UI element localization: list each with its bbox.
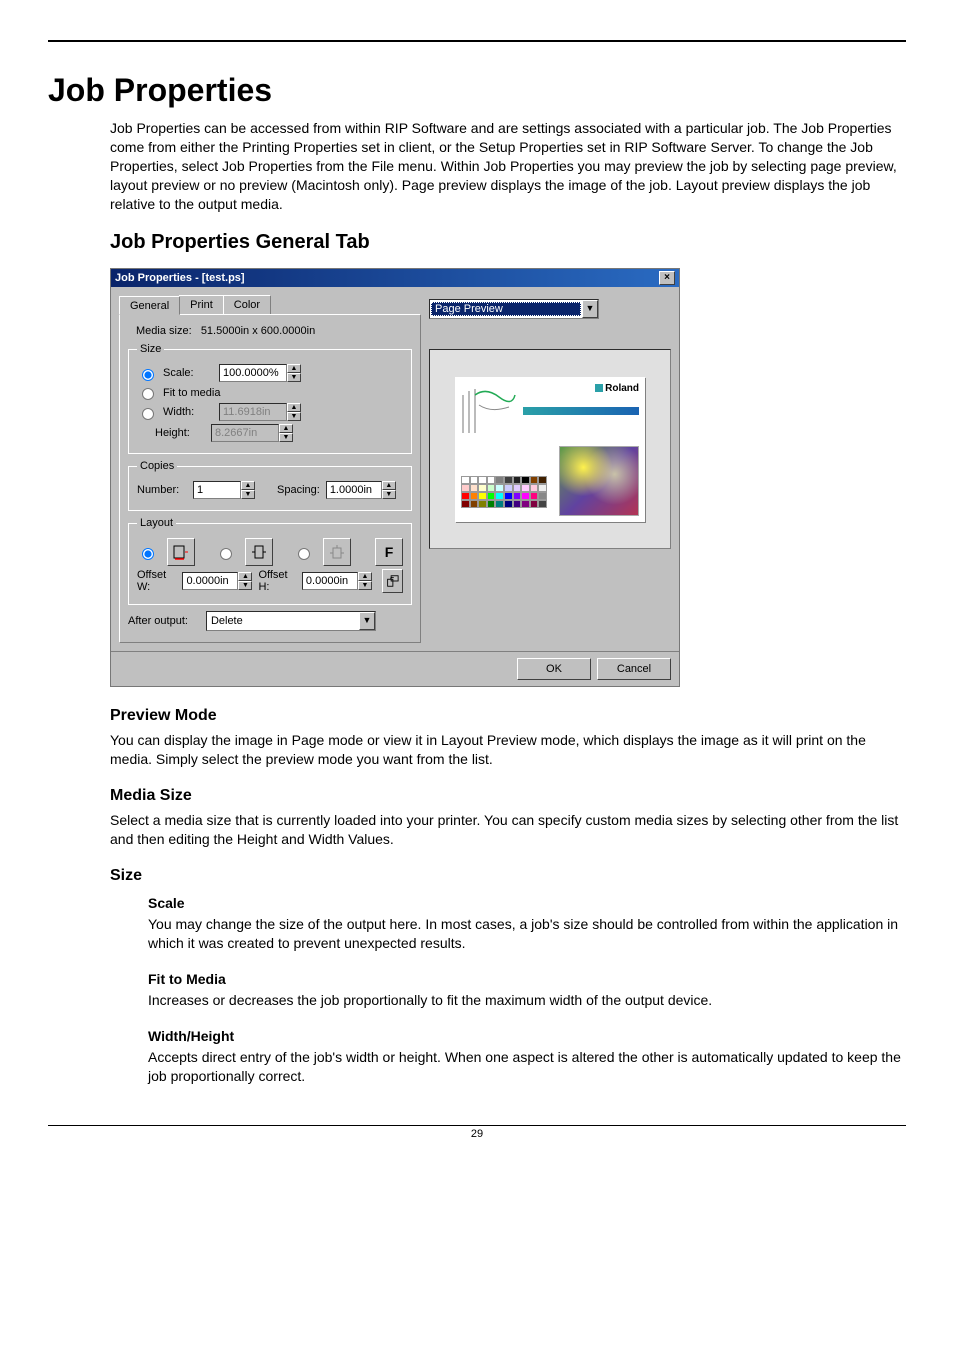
fit-paragraph: Increases or decreases the job proportio… bbox=[148, 991, 906, 1010]
spin-up-icon[interactable]: ▲ bbox=[287, 364, 301, 373]
chevron-down-icon[interactable]: ▼ bbox=[359, 612, 375, 630]
media-size-value: 51.5000in x 600.0000in bbox=[201, 325, 315, 337]
spacing-input[interactable] bbox=[326, 481, 382, 499]
spin-down-icon[interactable]: ▼ bbox=[382, 490, 396, 499]
number-label: Number: bbox=[137, 484, 187, 496]
tab-general[interactable]: General bbox=[119, 296, 180, 315]
page-title: Job Properties bbox=[48, 72, 906, 109]
scale-label: Scale: bbox=[163, 367, 213, 379]
spacing-label: Spacing: bbox=[277, 484, 320, 496]
wh-paragraph: Accepts direct entry of the job's width … bbox=[148, 1048, 906, 1086]
layout-legend: Layout bbox=[137, 517, 176, 529]
cancel-button[interactable]: Cancel bbox=[597, 658, 671, 680]
dialog-button-bar: OK Cancel bbox=[111, 651, 679, 686]
width-spin[interactable]: ▲▼ bbox=[219, 403, 301, 421]
preview-area: Roland bbox=[429, 349, 671, 549]
after-output-value: Delete bbox=[207, 615, 359, 627]
preview-mode-value: Page Preview bbox=[431, 302, 581, 316]
media-size-row: Media size: 51.5000in x 600.0000in bbox=[136, 325, 412, 337]
spin-up-icon[interactable]: ▲ bbox=[279, 424, 293, 433]
tab-panel-general: Media size: 51.5000in x 600.0000in Size … bbox=[119, 314, 421, 643]
scale-heading: Scale bbox=[148, 895, 906, 911]
offset-w-input[interactable] bbox=[182, 572, 238, 590]
number-input[interactable] bbox=[193, 481, 241, 499]
brand-logo: Roland bbox=[595, 383, 639, 394]
media-size-label: Media size: bbox=[136, 325, 192, 337]
layout-center-icon[interactable] bbox=[245, 538, 273, 566]
spin-up-icon[interactable]: ▲ bbox=[382, 481, 396, 490]
after-output-select[interactable]: Delete ▼ bbox=[206, 611, 376, 631]
layout-radio-1[interactable] bbox=[142, 548, 154, 560]
size-heading: Size bbox=[110, 867, 906, 885]
after-output-label: After output: bbox=[128, 615, 188, 627]
spin-up-icon[interactable]: ▲ bbox=[241, 481, 255, 490]
chevron-down-icon[interactable]: ▼ bbox=[582, 300, 598, 318]
height-spin[interactable]: ▲▼ bbox=[211, 424, 293, 442]
ok-button[interactable]: OK bbox=[517, 658, 591, 680]
copies-legend: Copies bbox=[137, 460, 177, 472]
offset-h-label: Offset H: bbox=[258, 569, 295, 593]
spin-down-icon[interactable]: ▼ bbox=[241, 490, 255, 499]
preview-mode-select[interactable]: Page Preview ▼ bbox=[429, 299, 599, 319]
fit-radio[interactable] bbox=[142, 388, 154, 400]
fit-heading: Fit to Media bbox=[148, 971, 906, 987]
media-size-heading: Media Size bbox=[110, 787, 906, 805]
tab-color[interactable]: Color bbox=[223, 295, 271, 314]
wh-heading: Width/Height bbox=[148, 1028, 906, 1044]
layout-group: Layout bbox=[128, 517, 412, 605]
spin-down-icon[interactable]: ▼ bbox=[287, 373, 301, 382]
height-label: Height: bbox=[155, 427, 205, 439]
spacing-spin[interactable]: ▲▼ bbox=[326, 481, 396, 499]
spin-down-icon[interactable]: ▼ bbox=[238, 581, 252, 590]
media-size-paragraph: Select a media size that is currently lo… bbox=[110, 811, 906, 849]
size-group: Size Scale: ▲▼ Fit to media bbox=[128, 343, 412, 454]
layout-custom-icon[interactable] bbox=[323, 538, 351, 566]
spin-down-icon[interactable]: ▼ bbox=[287, 412, 301, 421]
preview-mode-paragraph: You can display the image in Page mode o… bbox=[110, 731, 906, 769]
offset-w-label: Offset W: bbox=[137, 569, 176, 593]
height-input bbox=[211, 424, 279, 442]
offset-h-input[interactable] bbox=[302, 572, 358, 590]
layout-radio-3[interactable] bbox=[298, 548, 310, 560]
dialog-title: Job Properties - [test.ps] bbox=[115, 272, 245, 284]
offset-w-spin[interactable]: ▲▼ bbox=[182, 572, 252, 590]
copies-group: Copies Number: ▲▼ Spacing: ▲▼ bbox=[128, 460, 412, 511]
spin-down-icon[interactable]: ▼ bbox=[279, 433, 293, 442]
intro-paragraph: Job Properties can be accessed from with… bbox=[110, 119, 906, 213]
preview-bar bbox=[523, 407, 639, 415]
layout-left-icon[interactable] bbox=[167, 538, 195, 566]
size-legend: Size bbox=[137, 343, 164, 355]
page-number: 29 bbox=[471, 1128, 483, 1140]
width-input bbox=[219, 403, 287, 421]
preview-illustration-icon bbox=[461, 385, 517, 435]
width-label: Width: bbox=[163, 406, 213, 418]
tabs: General Print Color bbox=[119, 295, 421, 314]
fit-page-button[interactable]: F bbox=[375, 538, 403, 566]
spin-down-icon[interactable]: ▼ bbox=[358, 581, 372, 590]
preview-swatches bbox=[461, 476, 547, 516]
scale-radio[interactable] bbox=[142, 369, 154, 381]
spin-up-icon[interactable]: ▲ bbox=[238, 572, 252, 581]
dialog-titlebar: Job Properties - [test.ps] × bbox=[111, 269, 679, 287]
fit-label: Fit to media bbox=[163, 387, 220, 399]
preview-mode-heading: Preview Mode bbox=[110, 707, 906, 725]
scale-paragraph: You may change the size of the output he… bbox=[148, 915, 906, 953]
number-spin[interactable]: ▲▼ bbox=[193, 481, 255, 499]
tab-print[interactable]: Print bbox=[179, 295, 224, 314]
preview-art bbox=[559, 446, 639, 516]
spin-up-icon[interactable]: ▲ bbox=[287, 403, 301, 412]
scale-spin[interactable]: ▲▼ bbox=[219, 364, 301, 382]
layout-radio-2[interactable] bbox=[220, 548, 232, 560]
width-radio[interactable] bbox=[142, 408, 154, 420]
offset-h-spin[interactable]: ▲▼ bbox=[302, 572, 372, 590]
section-heading: Job Properties General Tab bbox=[110, 231, 906, 254]
rotate-icon[interactable] bbox=[382, 569, 403, 593]
job-properties-dialog: Job Properties - [test.ps] × General Pri… bbox=[110, 268, 680, 687]
page-footer: 29 bbox=[48, 1125, 906, 1140]
spin-up-icon[interactable]: ▲ bbox=[358, 572, 372, 581]
preview-page: Roland bbox=[455, 377, 645, 522]
scale-input[interactable] bbox=[219, 364, 287, 382]
close-icon[interactable]: × bbox=[659, 271, 675, 285]
